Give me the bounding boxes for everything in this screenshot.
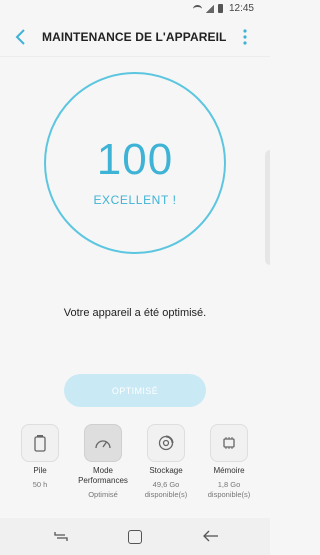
status-message: Votre appareil a été optimisé. [63,307,207,319]
wifi-icon [192,4,202,13]
page-title: MAINTENANCE DE L'APPAREIL [42,30,227,44]
battery-icon [34,435,46,452]
back-nav-icon[interactable] [203,529,219,543]
category-label: Pile [33,466,47,475]
category-storage[interactable]: Stockage 49,6 Go disponible(s) [135,424,197,500]
category-label: Mode Performances [78,466,128,485]
more-options-icon[interactable] [241,28,249,46]
home-icon[interactable] [128,530,142,544]
category-battery[interactable]: Pile 50 h [9,424,71,490]
category-tile[interactable] [210,424,248,462]
category-value: 1,8 Go disponible(s) [207,480,251,499]
category-tile[interactable] [21,424,59,462]
score-label: EXCELLENT ! [93,193,177,207]
app-bar: MAINTENANCE DE L'APPAREIL [0,17,270,57]
status-bar: 12:45 [0,0,270,17]
clock: 12:45 [228,3,254,14]
navigation-bar [0,518,270,555]
memory-chip-icon [223,437,235,449]
signal-icon [205,4,214,13]
storage-icon [158,435,174,451]
back-arrow-icon[interactable] [12,27,30,47]
recent-apps-icon[interactable] [53,530,69,543]
category-value: 50 h [32,480,48,489]
category-label: Mémoire [213,466,245,475]
speedometer-icon [95,440,111,449]
category-label: Stockage [149,466,183,475]
category-memory[interactable]: Mémoire 1,8 Go disponible(s) [198,424,260,500]
header-divider [0,56,270,57]
optimize-button[interactable]: OPTIMISÉ [64,374,206,407]
battery-status-icon [217,4,223,13]
score-value: 100 [96,135,174,184]
category-tile[interactable] [84,424,122,462]
edge-panel-handle[interactable] [265,150,270,265]
category-value: 49,6 Go disponible(s) [144,480,188,499]
category-value: Optimisé [88,490,118,499]
category-performance[interactable]: Mode Performances Optimisé [72,424,134,500]
category-tile[interactable] [147,424,185,462]
